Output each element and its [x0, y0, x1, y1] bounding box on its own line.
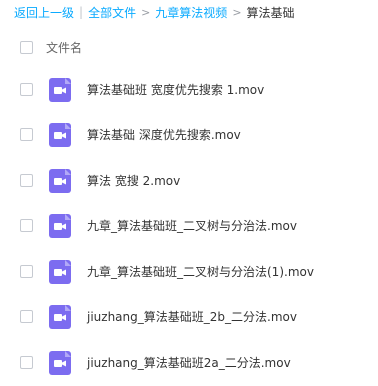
current-folder-label: 算法基础 [246, 5, 295, 20]
file-list-header: 文件名 [0, 33, 378, 61]
file-row[interactable]: jiuzhang_算法基础班_2b_二分法.mov [0, 295, 378, 341]
breadcrumb-divider: | [79, 5, 84, 19]
file-row[interactable]: 算法基础班 宽度优先搜索 1.mov [0, 67, 378, 113]
row-checkbox[interactable] [20, 173, 33, 187]
file-name[interactable]: 算法基础班 宽度优先搜索 1.mov [87, 82, 264, 98]
row-checkbox[interactable] [20, 264, 33, 278]
row-checkbox[interactable] [20, 82, 33, 96]
file-name[interactable]: 算法基础 深度优先搜索.mov [87, 127, 241, 143]
breadcrumb: 返回上一级 | 全部文件 > 九章算法视频 > 算法基础 [14, 3, 295, 21]
back-link[interactable]: 返回上一级 [14, 4, 74, 21]
select-all-checkbox[interactable] [20, 41, 33, 54]
file-row[interactable]: 算法基础 深度优先搜索.mov [0, 113, 378, 159]
row-checkbox[interactable] [20, 219, 33, 233]
file-name[interactable]: 算法 宽搜 2.mov [87, 173, 180, 189]
file-list: 算法基础班 宽度优先搜索 1.mov 算法基础 深度优先搜索.mov 算法 宽搜… [0, 67, 378, 386]
row-checkbox[interactable] [20, 355, 33, 369]
row-checkbox[interactable] [20, 128, 33, 142]
breadcrumb-arrow-icon: > [141, 5, 151, 19]
video-file-icon [49, 77, 71, 102]
name-column-header[interactable]: 文件名 [46, 39, 82, 56]
video-file-icon [49, 305, 71, 330]
row-checkbox[interactable] [20, 310, 33, 324]
file-row[interactable]: 九章_算法基础班_二叉树与分治法.mov [0, 204, 378, 250]
file-row[interactable]: 九章_算法基础班_二叉树与分治法(1).mov [0, 249, 378, 295]
file-row[interactable]: 算法 宽搜 2.mov [0, 158, 378, 204]
file-name[interactable]: jiuzhang_算法基础班2a_二分法.mov [87, 355, 291, 371]
video-file-icon [49, 168, 71, 193]
video-file-icon [49, 350, 71, 375]
parent-folder-link[interactable]: 九章算法视频 [155, 4, 227, 21]
file-name[interactable]: 九章_算法基础班_二叉树与分治法.mov [87, 218, 297, 234]
video-file-icon [49, 214, 71, 239]
all-files-link[interactable]: 全部文件 [88, 4, 136, 21]
video-file-icon [49, 259, 71, 284]
file-name[interactable]: jiuzhang_算法基础班_2b_二分法.mov [87, 309, 297, 325]
file-row[interactable]: jiuzhang_算法基础班2a_二分法.mov [0, 340, 378, 386]
breadcrumb-arrow-icon: > [232, 5, 242, 19]
video-file-icon [49, 123, 71, 148]
file-name[interactable]: 九章_算法基础班_二叉树与分治法(1).mov [87, 264, 314, 280]
